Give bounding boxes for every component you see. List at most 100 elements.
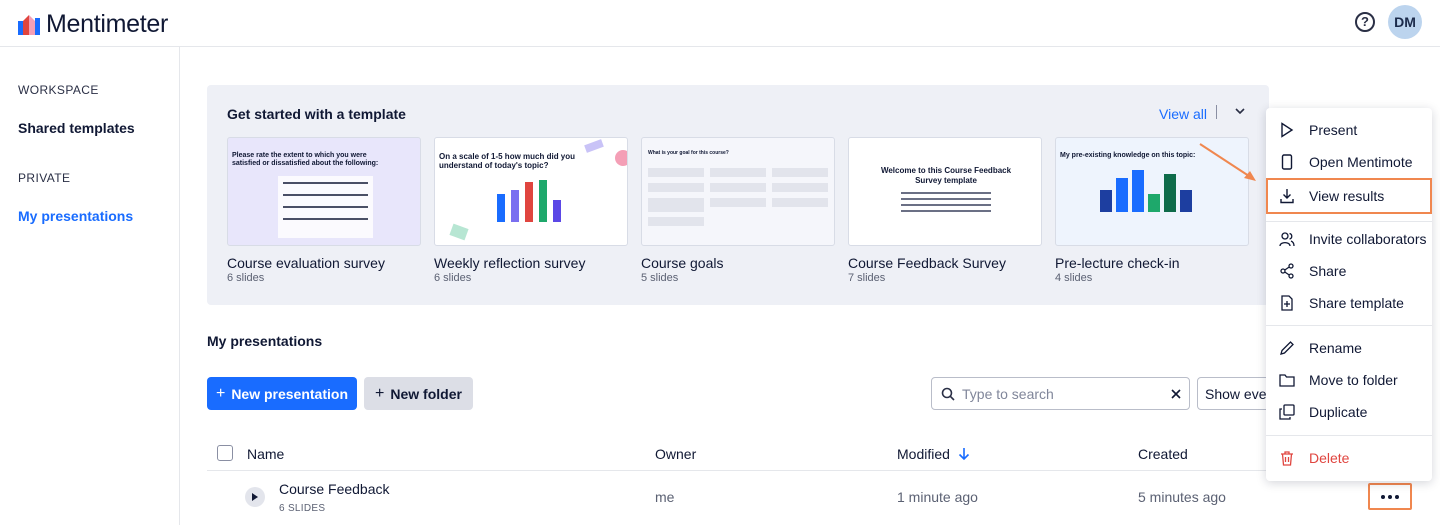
new-folder-label: New folder	[390, 385, 462, 402]
top-bar: Mentimeter ? DM	[0, 0, 1440, 47]
chevron-down-icon[interactable]	[1233, 104, 1247, 118]
template-card-title: Weekly reflection survey	[434, 255, 586, 271]
template-thumbnail[interactable]: On a scale of 1-5 how much did you under…	[434, 137, 628, 246]
thumb-cell	[772, 168, 828, 177]
divider	[1216, 105, 1217, 119]
menu-item-label: Present	[1309, 122, 1358, 138]
thumb-line	[901, 204, 991, 206]
thumb-bar	[553, 200, 561, 222]
column-modified[interactable]: Modified	[897, 446, 950, 462]
presentation-modified: 1 minute ago	[897, 489, 978, 505]
thumb-cell	[648, 198, 704, 212]
template-card-weekly-reflection[interactable]: On a scale of 1-5 how much did you under…	[434, 137, 628, 284]
users-icon	[1279, 232, 1295, 247]
more-options-button[interactable]	[1368, 483, 1412, 510]
menu-item-share-template[interactable]: Share template	[1266, 287, 1432, 319]
thumb-bar	[539, 180, 547, 222]
template-card-course-evaluation[interactable]: Please rate the extent to which you were…	[227, 137, 421, 284]
template-card-title: Course evaluation survey	[227, 255, 385, 271]
menu-divider	[1266, 435, 1432, 436]
menu-item-label: Share template	[1309, 295, 1404, 311]
menu-item-rename[interactable]: Rename	[1266, 332, 1432, 364]
thumb-decoration	[615, 150, 627, 166]
mentimeter-logo[interactable]: Mentimeter	[18, 10, 168, 39]
template-thumbnail[interactable]: Welcome to this Course Feedback Survey t…	[848, 137, 1042, 246]
thumb-cell	[648, 217, 704, 226]
template-card-course-goals[interactable]: What is your goal for this course? Cours…	[641, 137, 835, 284]
thumb-text: Please rate the extent to which you were…	[232, 152, 379, 167]
menu-item-label: Move to folder	[1309, 372, 1398, 388]
duplicate-icon	[1279, 404, 1295, 420]
sidebar-item-shared-templates[interactable]: Shared templates	[18, 120, 135, 136]
annotation-arrow-icon	[1199, 143, 1256, 181]
template-panel: Get started with a template View all Ple…	[207, 85, 1269, 305]
menu-item-label: Share	[1309, 263, 1347, 279]
select-all-checkbox[interactable]	[217, 445, 233, 461]
show-filter-dropdown[interactable]: Show ever	[1197, 377, 1277, 410]
thumb-bar	[1164, 174, 1176, 212]
trash-icon	[1281, 451, 1293, 466]
menu-item-view-results[interactable]: View results	[1266, 178, 1432, 214]
new-folder-button[interactable]: + New folder	[364, 377, 473, 410]
menu-item-share[interactable]: Share	[1266, 255, 1432, 287]
template-card-slides: 4 slides	[1055, 272, 1093, 284]
column-owner[interactable]: Owner	[655, 446, 696, 462]
thumb-line	[283, 194, 368, 196]
template-card-title: Course Feedback Survey	[848, 255, 1006, 271]
search-box	[931, 377, 1190, 410]
thumb-line	[901, 198, 991, 200]
template-thumbnail[interactable]: Please rate the extent to which you were…	[227, 137, 421, 246]
new-presentation-label: New presentation	[231, 385, 349, 402]
presentation-name[interactable]: Course Feedback	[279, 481, 390, 497]
play-icon	[1281, 122, 1294, 138]
download-icon	[1280, 189, 1294, 204]
logo-mark-icon	[18, 14, 40, 35]
sort-arrow-down-icon[interactable]	[957, 447, 971, 461]
menu-item-duplicate[interactable]: Duplicate	[1266, 396, 1432, 428]
menu-item-move-to-folder[interactable]: Move to folder	[1266, 364, 1432, 396]
thumb-decoration	[449, 223, 469, 241]
thumb-line	[283, 206, 368, 208]
menu-item-open-mentimote[interactable]: Open Mentimote	[1266, 146, 1432, 178]
column-name[interactable]: Name	[247, 446, 284, 462]
thumb-cell	[710, 198, 766, 207]
template-panel-title: Get started with a template	[227, 106, 406, 122]
play-icon[interactable]	[245, 487, 265, 507]
thumb-cell	[648, 168, 704, 177]
help-icon[interactable]: ?	[1355, 12, 1375, 32]
template-card-title: Pre-lecture check-in	[1055, 255, 1180, 271]
thumb-decoration	[584, 139, 604, 153]
presentation-created: 5 minutes ago	[1138, 489, 1226, 505]
table-row[interactable]: Course Feedback 6 SLIDES me 1 minute ago…	[207, 471, 1429, 525]
template-card-slides: 5 slides	[641, 272, 679, 284]
column-created[interactable]: Created	[1138, 446, 1188, 462]
menu-item-label: Open Mentimote	[1309, 154, 1413, 170]
template-card-slides: 6 slides	[434, 272, 472, 284]
menu-divider	[1266, 221, 1432, 222]
thumb-text: Welcome to this Course Feedback Survey t…	[880, 166, 1012, 185]
menu-item-delete[interactable]: Delete	[1266, 442, 1432, 474]
template-thumbnail[interactable]: What is your goal for this course?	[641, 137, 835, 246]
template-card-course-feedback-survey[interactable]: Welcome to this Course Feedback Survey t…	[848, 137, 1042, 284]
thumb-line	[901, 210, 991, 212]
pencil-icon	[1280, 341, 1294, 355]
avatar[interactable]: DM	[1388, 5, 1422, 39]
more-dot	[1395, 494, 1399, 499]
thumb-bar	[1132, 170, 1144, 212]
thumb-cell	[710, 168, 766, 177]
menu-item-invite-collaborators[interactable]: Invite collaborators	[1266, 223, 1432, 255]
thumb-bar	[1116, 178, 1128, 212]
view-all-link[interactable]: View all	[1159, 106, 1207, 122]
presentation-owner: me	[655, 489, 675, 505]
search-input[interactable]	[962, 384, 1162, 404]
thumb-cell	[710, 183, 766, 192]
context-menu: Present Open Mentimote View results Invi…	[1266, 108, 1432, 481]
template-card-slides: 7 slides	[848, 272, 886, 284]
new-presentation-button[interactable]: + New presentation	[207, 377, 357, 410]
menu-item-label: Rename	[1309, 340, 1362, 356]
sidebar-item-my-presentations[interactable]: My presentations	[18, 208, 133, 224]
menu-item-present[interactable]: Present	[1266, 114, 1432, 146]
clear-icon[interactable]	[1170, 388, 1182, 400]
sidebar: WORKSPACE Shared templates PRIVATE My pr…	[0, 47, 180, 525]
thumb-line	[901, 192, 991, 194]
